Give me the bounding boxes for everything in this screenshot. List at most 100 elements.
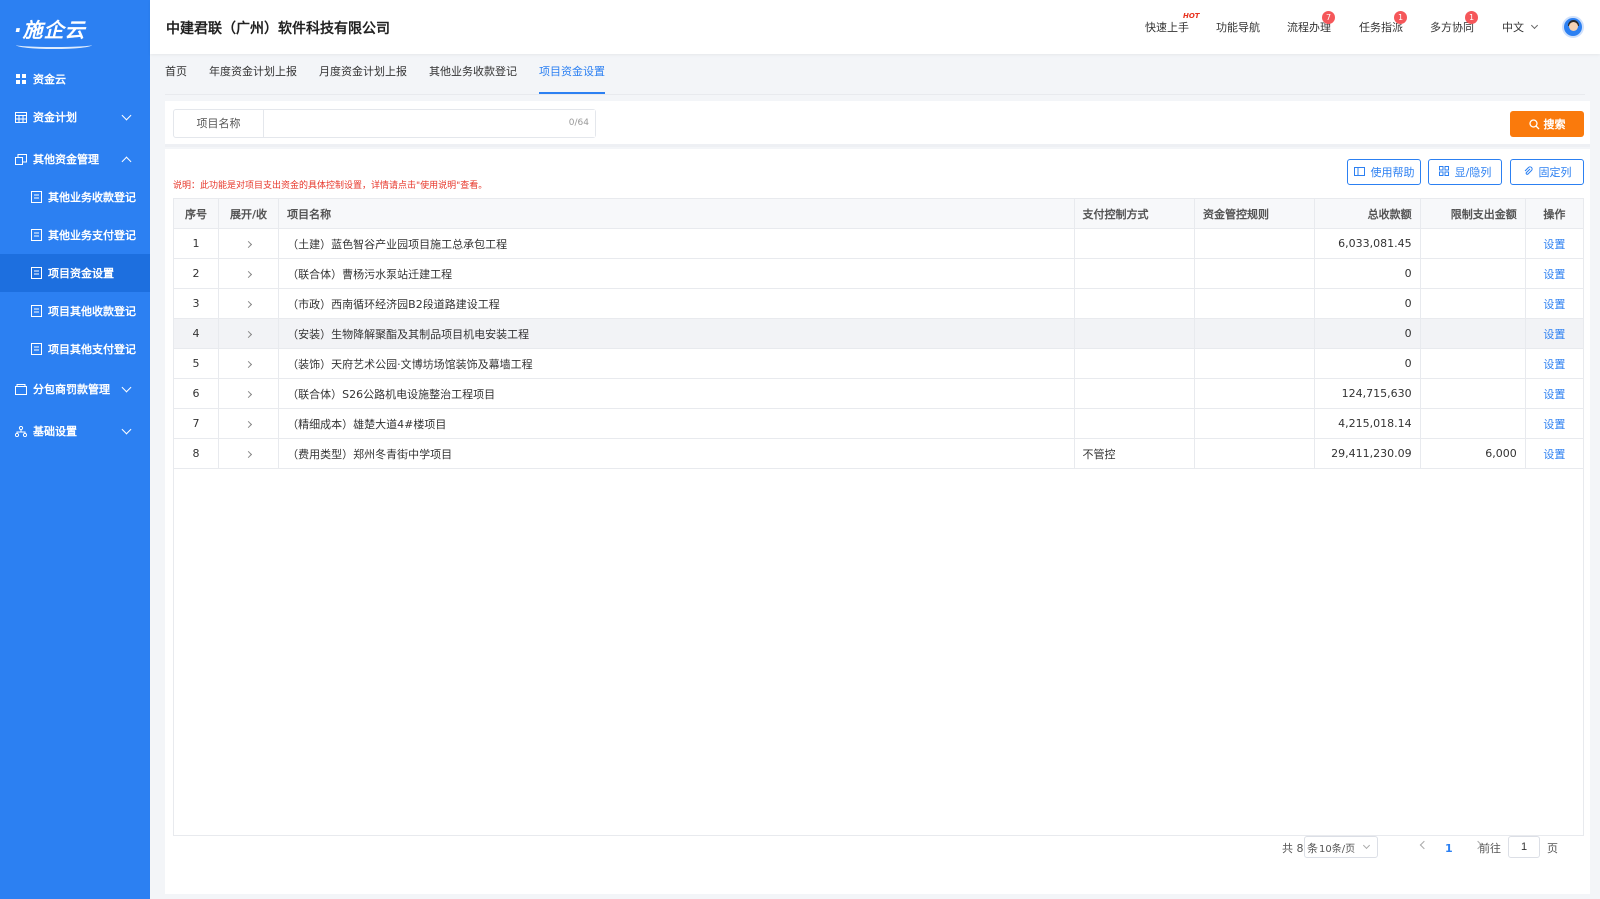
toggle-columns-label: 显/隐列 — [1454, 166, 1492, 179]
total-receipt: 0 — [1314, 348, 1421, 379]
tab-home[interactable]: 首页 — [165, 66, 187, 94]
col-header-action: 操作 — [1524, 198, 1585, 229]
set-link[interactable]: 设置 — [1524, 228, 1585, 259]
expand-toggle[interactable] — [217, 348, 280, 379]
fund-rule — [1193, 258, 1316, 289]
sidebar-item-basic-settings[interactable]: 基础设置 — [0, 412, 150, 450]
fund-rule — [1193, 318, 1316, 349]
receipt-icon — [30, 305, 42, 317]
page-tabs: 首页 年度资金计划上报 月度资金计划上报 其他业务收款登记 项目资金设置 — [165, 66, 627, 94]
paperclip-icon — [1523, 165, 1533, 179]
set-link[interactable]: 设置 — [1524, 258, 1585, 289]
col-header-limit-amount: 限制支出金额 — [1419, 198, 1526, 229]
tabs-divider — [165, 94, 1585, 95]
limit-amount — [1419, 288, 1526, 319]
sidebar-item-project-other-payment[interactable]: 项目其他支付登记 — [0, 330, 150, 368]
quick-start-link[interactable]: 快速上手 — [1145, 0, 1189, 54]
prev-page-icon[interactable] — [1419, 840, 1429, 850]
expand-toggle[interactable] — [217, 258, 280, 289]
limit-amount — [1419, 408, 1526, 439]
limit-amount — [1419, 228, 1526, 259]
quick-start-label: 快速上手 — [1145, 21, 1189, 34]
chevron-right-icon — [244, 240, 253, 249]
language-select[interactable]: 中文 — [1502, 0, 1539, 54]
chevron-down-icon — [121, 424, 132, 435]
chevron-right-icon — [244, 270, 253, 279]
set-link[interactable]: 设置 — [1524, 438, 1585, 469]
help-button-label: 使用帮助 — [1370, 166, 1415, 179]
row-index: 2 — [173, 258, 219, 289]
logo-text: ·施企云 — [14, 14, 92, 49]
function-nav-label: 功能导航 — [1216, 21, 1260, 34]
sidebar-item-other-fund[interactable]: 其他资金管理 — [0, 140, 150, 178]
function-nav-link[interactable]: 功能导航 — [1216, 0, 1260, 54]
project-name: （装饰）天府艺术公园·文博坊场馆装饰及幕墙工程 — [278, 348, 1075, 379]
project-name: （联合体）曹杨污水泵站迁建工程 — [278, 258, 1075, 289]
pay-control — [1073, 378, 1195, 409]
collaboration-link[interactable]: 多方协同 — [1430, 0, 1474, 54]
tab-annual-plan[interactable]: 年度资金计划上报 — [209, 66, 297, 94]
fix-columns-button[interactable]: 固定列 — [1510, 159, 1584, 185]
pay-control — [1073, 318, 1195, 349]
table-row: 6 （联合体）S26公路机电设施整治工程项目 124,715,630 设置 — [173, 378, 1585, 409]
sidebar-item-label: 基础设置 — [33, 425, 77, 438]
collaboration-count-badge: 1 — [1465, 11, 1478, 24]
tab-other-receipt[interactable]: 其他业务收款登记 — [429, 66, 517, 94]
page-size-select[interactable]: 10条/页 — [1304, 836, 1378, 858]
goto-page-input[interactable] — [1508, 836, 1540, 858]
project-fund-table: 序号 展开/收 项目名称 支付控制方式 资金管控规则 总收款额 限制支出金额 操… — [173, 198, 1585, 469]
sidebar-item-other-payment[interactable]: 其他业务支付登记 — [0, 216, 150, 254]
table-row: 3 （市政）西南循环经济园B2段道路建设工程 0 设置 — [173, 288, 1585, 319]
sidebar-item-project-other-receipt[interactable]: 项目其他收款登记 — [0, 292, 150, 330]
expand-toggle[interactable] — [217, 318, 280, 349]
fund-rule — [1193, 348, 1316, 379]
hot-badge: HOT — [1183, 12, 1200, 20]
tab-monthly-plan[interactable]: 月度资金计划上报 — [319, 66, 407, 94]
user-avatar[interactable] — [1562, 16, 1584, 38]
set-link[interactable]: 设置 — [1524, 408, 1585, 439]
toggle-columns-button[interactable]: 显/隐列 — [1428, 159, 1502, 185]
sidebar-item-fund-plan[interactable]: 资金计划 — [0, 98, 150, 136]
col-header-pay-control: 支付控制方式 — [1073, 198, 1195, 229]
project-name-input[interactable] — [264, 110, 595, 137]
col-header-total-receipt: 总收款额 — [1314, 198, 1421, 229]
chevron-right-icon — [244, 420, 253, 429]
set-link[interactable]: 设置 — [1524, 348, 1585, 379]
set-link[interactable]: 设置 — [1524, 318, 1585, 349]
tab-project-fund-setting[interactable]: 项目资金设置 — [539, 66, 605, 94]
book-icon — [1353, 166, 1365, 179]
sidebar-item-label: 其他资金管理 — [33, 153, 99, 166]
pay-control — [1073, 258, 1195, 289]
limit-amount — [1419, 318, 1526, 349]
expand-toggle[interactable] — [217, 378, 280, 409]
sidebar-item-subcontractor-fine[interactable]: 分包商罚款管理 — [0, 370, 150, 408]
search-button[interactable]: 搜索 — [1510, 111, 1584, 137]
table-header-row: 序号 展开/收 项目名称 支付控制方式 资金管控规则 总收款额 限制支出金额 操… — [173, 198, 1585, 229]
total-receipt: 29,411,230.09 — [1314, 438, 1421, 469]
usage-note: 说明：此功能是对项目支出资金的具体控制设置，详情请点击"使用说明"查看。 — [173, 181, 488, 191]
language-label: 中文 — [1502, 21, 1524, 34]
fix-columns-label: 固定列 — [1538, 166, 1572, 179]
task-assign-link[interactable]: 任务指派 — [1359, 0, 1403, 54]
help-button[interactable]: 使用帮助 — [1347, 159, 1421, 185]
page-number-current[interactable]: 1 — [1445, 837, 1453, 859]
set-link[interactable]: 设置 — [1524, 288, 1585, 319]
logo: ·施企云 — [0, 0, 150, 56]
sidebar-item-project-fund-setting[interactable]: 项目资金设置 — [0, 254, 150, 292]
expand-toggle[interactable] — [217, 228, 280, 259]
expand-toggle[interactable] — [217, 438, 280, 469]
expand-toggle[interactable] — [217, 408, 280, 439]
sidebar-item-other-receipt[interactable]: 其他业务收款登记 — [0, 178, 150, 216]
process-link[interactable]: 流程办理 — [1287, 0, 1331, 54]
set-link[interactable]: 设置 — [1524, 378, 1585, 409]
sidebar-item-fund-cloud[interactable]: 资金云 — [0, 60, 150, 98]
expand-toggle[interactable] — [217, 288, 280, 319]
col-header-index: 序号 — [173, 198, 219, 229]
total-receipt: 4,215,018.14 — [1314, 408, 1421, 439]
chevron-down-icon — [1530, 21, 1539, 30]
char-count: 0/64 — [568, 118, 589, 128]
pay-control — [1073, 348, 1195, 379]
sidebar-item-label: 资金云 — [33, 73, 66, 86]
table-row: 1 （土建）蓝色智谷产业园项目施工总承包工程 6,033,081.45 设置 — [173, 228, 1585, 259]
process-count-badge: 7 — [1322, 11, 1335, 24]
